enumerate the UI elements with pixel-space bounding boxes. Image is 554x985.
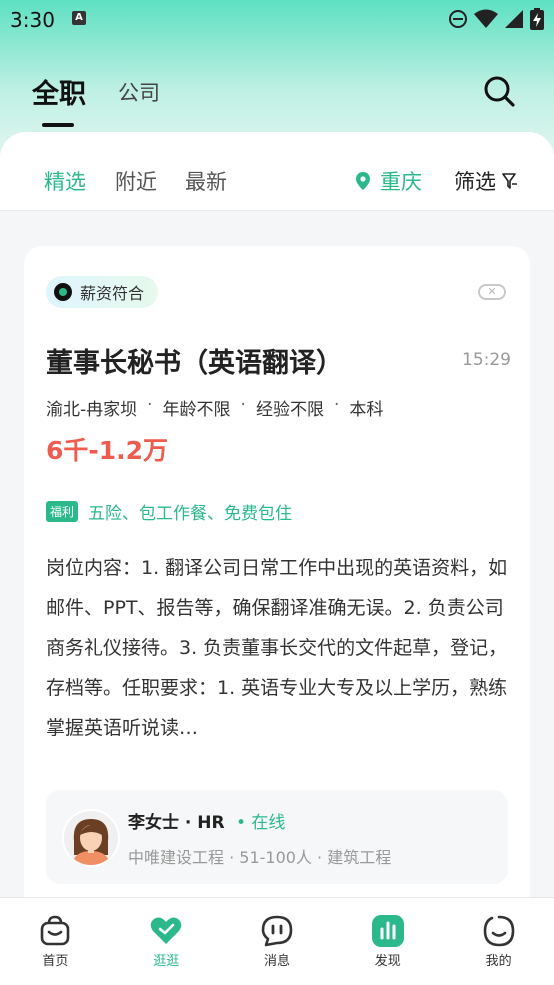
job-description: 岗位内容：1. 翻译公司日常工作中出现的英语资料，如邮件、PPT、报告等，确保翻…	[46, 557, 508, 739]
badge-label: 薪资符合	[80, 284, 145, 303]
battery-charging-icon	[530, 8, 544, 30]
nav-discover[interactable]: 发现	[332, 898, 443, 985]
nav-messages[interactable]: 消息	[222, 898, 333, 985]
job-location: 渝北-冉家坝	[46, 400, 138, 420]
online-status: • 在线	[236, 813, 286, 833]
meta-separator: ·	[240, 395, 246, 415]
filter-tab-selected[interactable]: 精选	[44, 166, 86, 196]
job-experience: 经验不限	[255, 400, 324, 420]
recruiter-company: 中唯建设工程 · 51-100人 · 建筑工程	[128, 848, 392, 867]
location-pin-icon	[356, 172, 370, 190]
notification-a-icon: A	[72, 11, 86, 25]
search-icon[interactable]	[482, 74, 516, 108]
job-age: 年龄不限	[162, 400, 231, 420]
welfare-text: 五险、包工作餐、免费包住	[88, 504, 293, 524]
active-tab-indicator	[42, 123, 74, 127]
recruiter-card[interactable]: 李女士 · HR • 在线 中唯建设工程 · 51-100人 · 建筑工程	[46, 790, 508, 884]
job-list-panel: 精选 附近 最新 重庆 筛选 薪资符合 ✕ 董事长秘书（英语翻译） 15:29	[0, 132, 554, 898]
meta-separator: ·	[147, 395, 153, 415]
nav-profile[interactable]: 我的	[443, 898, 554, 985]
nav-browse-label: 逛逛	[153, 954, 180, 969]
nav-home-label: 首页	[42, 954, 69, 969]
job-title: 董事长秘书（英语翻译）	[46, 348, 343, 379]
dismiss-icon[interactable]: ✕	[478, 284, 506, 300]
home-bag-icon	[41, 915, 70, 946]
nav-browse[interactable]: 逛逛	[111, 898, 222, 985]
job-post-time: 15:29	[462, 350, 511, 370]
nav-profile-label: 我的	[485, 954, 512, 969]
tab-fulltime[interactable]: 全职	[32, 72, 86, 111]
discover-chart-icon	[371, 915, 404, 947]
status-icons	[448, 8, 544, 30]
recruiter-name: 李女士 · HR	[128, 813, 225, 833]
recruiter-avatar-icon	[64, 811, 118, 865]
filter-label: 筛选	[454, 170, 496, 194]
nav-home[interactable]: 首页	[0, 898, 111, 985]
welfare-row: 福利 五险、包工作餐、免费包住	[46, 499, 292, 524]
target-icon	[54, 283, 72, 301]
job-education: 本科	[349, 400, 384, 420]
status-bar: 3:30 A	[0, 0, 554, 40]
city-selector[interactable]: 重庆	[356, 166, 422, 196]
heart-icon	[150, 917, 182, 944]
nav-discover-label: 发现	[374, 954, 401, 969]
funnel-icon	[502, 173, 517, 189]
welfare-tag: 福利	[46, 501, 79, 522]
filter-bar: 精选 附近 最新 重庆 筛选	[0, 132, 554, 211]
profile-face-icon	[483, 915, 514, 947]
avatar	[62, 809, 120, 867]
top-header: 全职 公司	[0, 60, 554, 130]
filter-tab-nearby[interactable]: 附近	[115, 166, 157, 196]
nav-messages-label: 消息	[263, 954, 290, 969]
cell-signal-icon	[505, 10, 523, 28]
bottom-navigation: 首页 逛逛 消息 发现 我的	[0, 897, 554, 985]
job-card[interactable]: 薪资符合 ✕ 董事长秘书（英语翻译） 15:29 渝北-冉家坝 · 年龄不限 ·…	[24, 246, 530, 898]
city-label: 重庆	[380, 170, 422, 194]
do-not-disturb-icon	[449, 10, 467, 28]
filter-tab-latest[interactable]: 最新	[185, 166, 227, 196]
tab-company[interactable]: 公司	[118, 77, 160, 107]
wifi-icon	[474, 9, 498, 28]
job-meta: 渝北-冉家坝 · 年龄不限 · 经验不限 · 本科	[46, 395, 383, 420]
status-time: 3:30	[10, 8, 55, 32]
job-salary: 6千-1.2万	[46, 436, 169, 465]
salary-match-badge: 薪资符合	[46, 276, 159, 308]
meta-separator: ·	[333, 395, 340, 415]
filter-button[interactable]: 筛选	[454, 166, 518, 196]
chat-icon	[261, 915, 293, 947]
